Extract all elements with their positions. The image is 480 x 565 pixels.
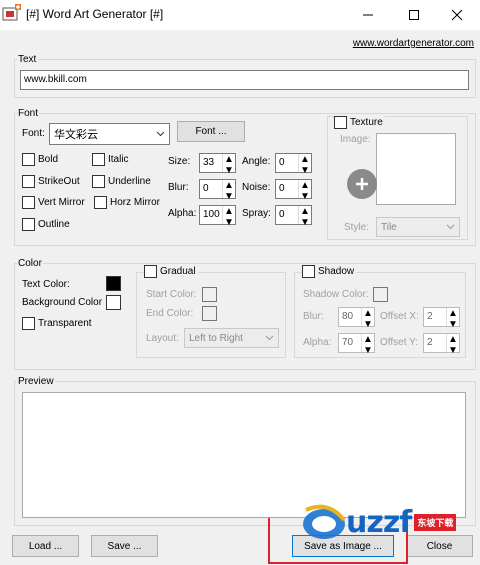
minimize-icon <box>363 14 373 16</box>
start-color-label: Start Color: <box>146 289 197 300</box>
offset-y-label: Offset Y: <box>380 337 418 348</box>
spin-arrows-icon[interactable]: ▲ ▼ <box>222 180 235 202</box>
texture-image-box[interactable] <box>376 133 456 205</box>
color-group-legend: Color <box>18 258 42 269</box>
layout-select[interactable]: Left to Right <box>184 328 279 348</box>
spin-arrows-icon[interactable]: ▲ ▼ <box>446 334 459 356</box>
font-button[interactable]: Font ... <box>177 121 245 142</box>
angle-spinner[interactable]: 0 ▲ ▼ <box>275 153 312 176</box>
chevron-down-icon <box>446 224 455 230</box>
font-label: Font: <box>22 128 45 139</box>
alpha-label: Alpha: <box>168 208 197 219</box>
font-group-legend: Font <box>18 108 39 119</box>
alpha-spinner[interactable]: 100 ▲ ▼ <box>199 205 236 228</box>
bold-checkbox[interactable]: Bold <box>22 153 58 166</box>
spin-arrows-icon[interactable]: ▲ ▼ <box>361 308 374 330</box>
text-input[interactable]: www.bkill.com <box>20 70 469 90</box>
vert-mirror-checkbox[interactable]: Vert Mirror <box>22 196 85 209</box>
chevron-down-icon <box>156 131 165 137</box>
add-texture-button[interactable] <box>347 169 377 199</box>
end-color-swatch[interactable] <box>202 306 217 321</box>
background-color-swatch[interactable] <box>106 295 121 310</box>
title-bar: [#] Word Art Generator [#] <box>0 0 480 30</box>
chevron-down-icon <box>265 335 274 341</box>
watermark-brand: uzzf <box>346 504 412 540</box>
end-color-label: End Color: <box>146 308 194 319</box>
spin-arrows-icon[interactable]: ▲ ▼ <box>298 180 311 202</box>
horz-mirror-checkbox[interactable]: Horz Mirror <box>94 196 160 209</box>
shadow-alpha-spinner[interactable]: 70 ▲ ▼ <box>338 333 375 356</box>
strikeout-checkbox[interactable]: StrikeOut <box>22 175 80 188</box>
spin-arrows-icon[interactable]: ▲ ▼ <box>446 308 459 330</box>
offset-x-label: Offset X: <box>380 311 419 322</box>
maximize-icon <box>409 10 419 20</box>
gradual-checkbox[interactable]: Gradual <box>144 265 198 278</box>
website-link[interactable]: www.wordartgenerator.com <box>353 38 474 49</box>
shadow-color-swatch[interactable] <box>373 287 388 302</box>
offset-x-spinner[interactable]: 2 ▲ ▼ <box>423 307 460 330</box>
spray-label: Spray: <box>242 208 271 219</box>
shadow-blur-spinner[interactable]: 80 ▲ ▼ <box>338 307 375 330</box>
texture-image-label: Image: <box>340 134 371 145</box>
outline-checkbox[interactable]: Outline <box>22 218 70 231</box>
load-button[interactable]: Load ... <box>12 535 79 557</box>
blur-spinner[interactable]: 0 ▲ ▼ <box>199 179 236 202</box>
shadow-checkbox[interactable]: Shadow <box>302 265 357 278</box>
watermark-tag: 东坡下载 <box>414 513 457 531</box>
close-icon <box>451 9 463 21</box>
offset-y-spinner[interactable]: 2 ▲ ▼ <box>423 333 460 356</box>
spin-arrows-icon[interactable]: ▲ ▼ <box>298 154 311 176</box>
layout-label: Layout: <box>146 333 179 344</box>
shadow-blur-label: Blur: <box>303 311 324 322</box>
font-select[interactable]: 华文彩云 <box>49 123 170 145</box>
size-label: Size: <box>168 156 191 167</box>
watermark-logo: uzzf 东坡下载 <box>300 498 476 546</box>
background-color-label: Background Color <box>22 297 103 308</box>
spray-spinner[interactable]: 0 ▲ ▼ <box>275 205 312 228</box>
texture-style-label: Style: <box>344 222 370 233</box>
noise-label: Noise: <box>242 182 271 193</box>
italic-checkbox[interactable]: Italic <box>92 153 129 166</box>
size-spinner[interactable]: 33 ▲ ▼ <box>199 153 236 176</box>
shadow-color-label: Shadow Color: <box>303 289 369 300</box>
minimize-button[interactable] <box>345 0 391 30</box>
angle-label: Angle: <box>242 156 271 167</box>
close-window-button[interactable] <box>434 0 480 30</box>
font-select-value: 华文彩云 <box>54 129 98 141</box>
uzzf-logo-icon <box>303 504 346 539</box>
plus-icon <box>356 178 368 190</box>
underline-checkbox[interactable]: Underline <box>92 175 151 188</box>
texture-checkbox[interactable]: Texture <box>334 116 385 129</box>
shadow-alpha-label: Alpha: <box>303 337 332 348</box>
spin-arrows-icon[interactable]: ▲ ▼ <box>361 334 374 356</box>
spin-arrows-icon[interactable]: ▲ ▼ <box>222 206 235 228</box>
text-group-legend: Text <box>18 54 37 65</box>
preview-legend: Preview <box>18 376 54 387</box>
noise-spinner[interactable]: 0 ▲ ▼ <box>275 179 312 202</box>
window-title: [#] Word Art Generator [#] <box>26 7 164 21</box>
transparent-checkbox[interactable]: Transparent <box>22 317 92 330</box>
text-color-label: Text Color: <box>22 279 70 290</box>
save-button[interactable]: Save ... <box>91 535 158 557</box>
texture-style-select[interactable]: Tile <box>376 217 460 237</box>
blur-label: Blur: <box>168 182 189 193</box>
text-color-swatch[interactable] <box>106 276 121 291</box>
spin-arrows-icon[interactable]: ▲ ▼ <box>222 154 235 176</box>
maximize-button[interactable] <box>391 0 437 30</box>
app-icon <box>2 4 22 22</box>
spin-arrows-icon[interactable]: ▲ ▼ <box>298 206 311 228</box>
start-color-swatch[interactable] <box>202 287 217 302</box>
